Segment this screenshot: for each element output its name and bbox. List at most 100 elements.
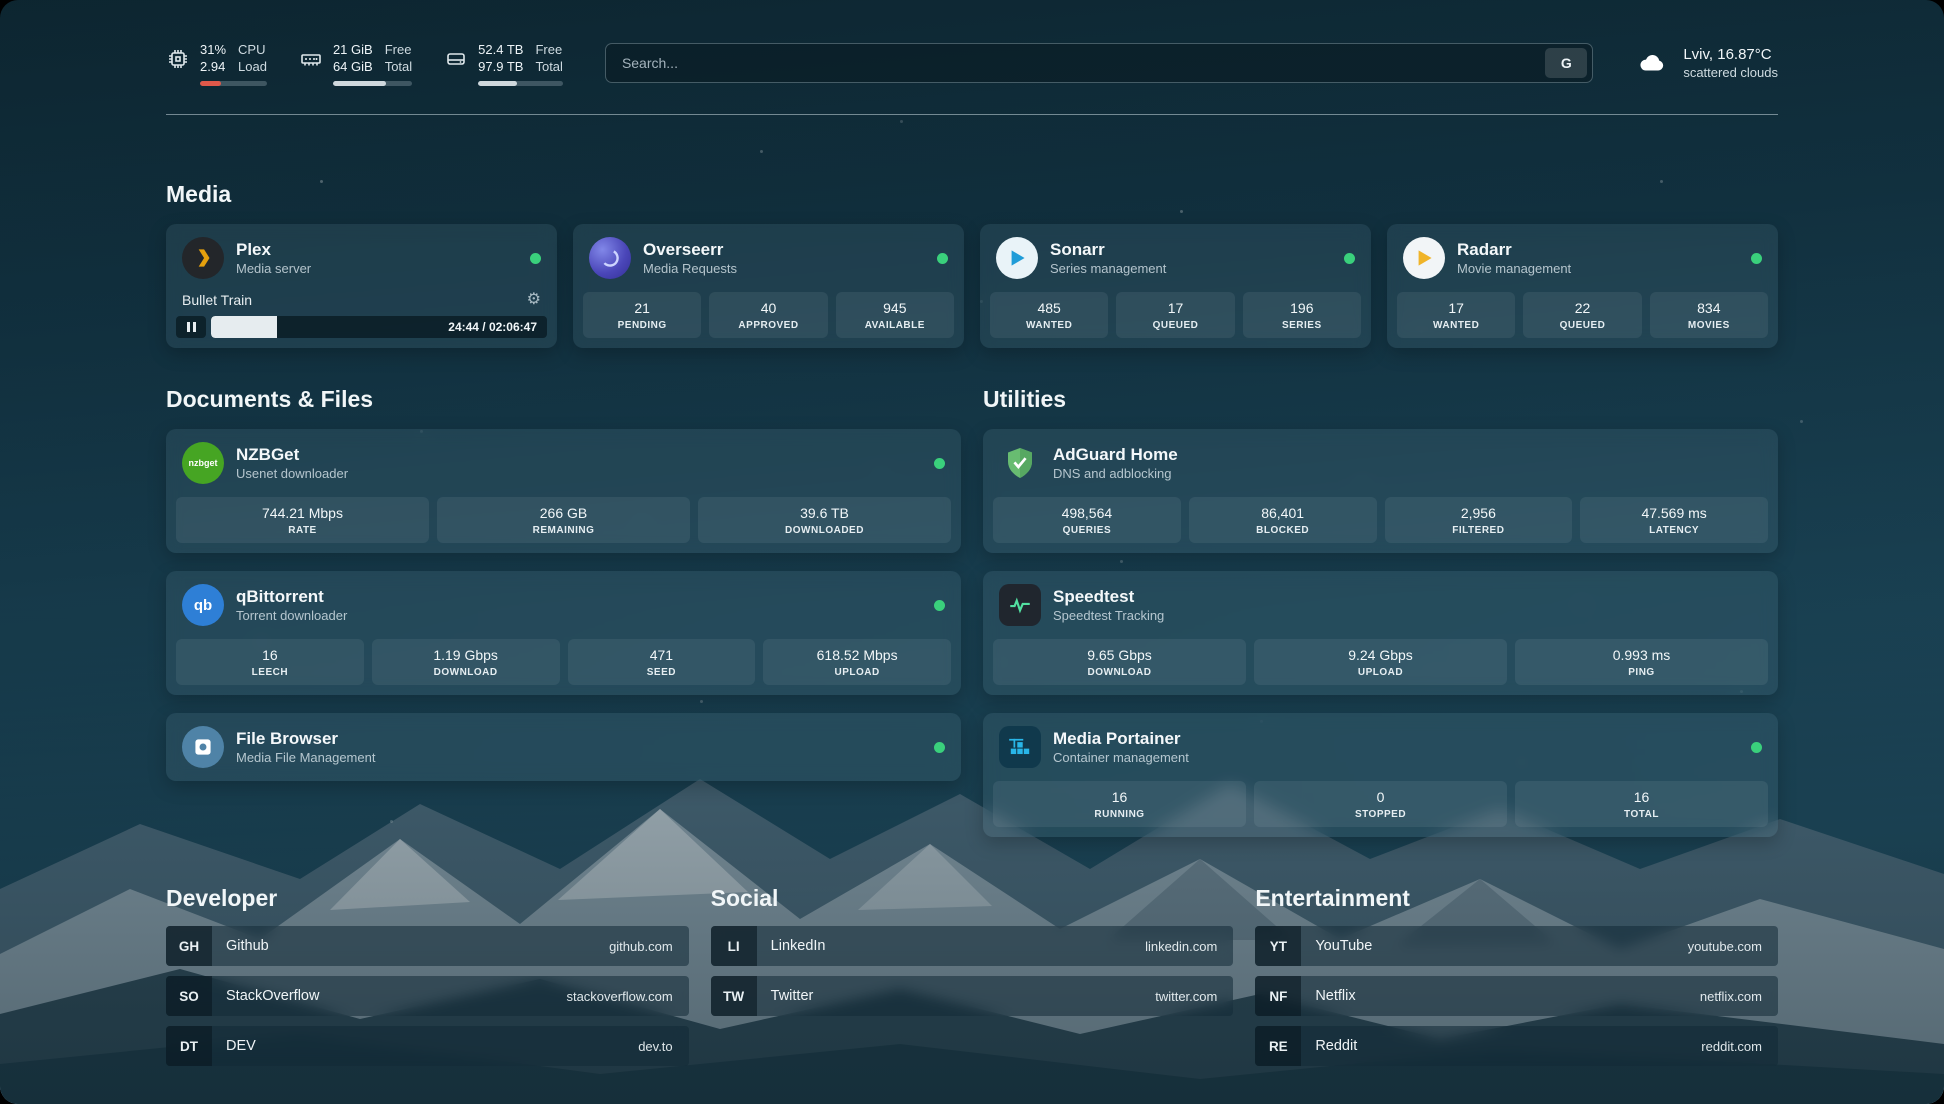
stat-label: QUEUED <box>1527 320 1637 331</box>
bookmark-netflix[interactable]: NF Netflix netflix.com <box>1255 976 1778 1016</box>
settings-gear-icon[interactable]: ⚙ <box>527 291 541 309</box>
disk-widget: 52.4 TB 97.9 TB Free Total <box>444 41 563 86</box>
speedtest-icon <box>999 584 1041 626</box>
search-input[interactable] <box>606 55 1545 71</box>
stat-label: UPLOAD <box>767 667 947 678</box>
memory-usage-bar <box>333 81 412 86</box>
radarr-icon <box>1403 237 1445 279</box>
stat-label: PING <box>1519 667 1764 678</box>
memory-label-top: Free <box>385 41 412 58</box>
bookmark-abbr: NF <box>1255 976 1301 1016</box>
section-title-utilities: Utilities <box>983 386 1778 413</box>
card-header: Radarr Movie management <box>1387 224 1778 292</box>
stat-value: 17 <box>1120 300 1230 317</box>
bookmark-dev[interactable]: DT DEV dev.to <box>166 1026 689 1066</box>
app-subtitle: Media Requests <box>643 260 737 277</box>
app-card-plex[interactable]: Plex Media server Bullet Train ⚙ 24:44 /… <box>166 224 557 348</box>
bookmark-url: netflix.com <box>1700 989 1762 1004</box>
stat-wanted: 485 WANTED <box>990 292 1108 338</box>
app-card-overseerr[interactable]: Overseerr Media Requests 21 PENDING 40 A… <box>573 224 964 348</box>
stat-value: 22 <box>1527 300 1637 317</box>
stat-value: 2,956 <box>1389 505 1569 522</box>
topbar-divider <box>166 114 1778 115</box>
cpu-usage-bar <box>200 81 267 86</box>
stat-label: BLOCKED <box>1193 525 1373 536</box>
stat-label: STOPPED <box>1258 809 1503 820</box>
app-card-speedtest[interactable]: Speedtest Speedtest Tracking 9.65 Gbps D… <box>983 571 1778 695</box>
stat-stopped: 0 STOPPED <box>1254 781 1507 827</box>
search-engine-button[interactable]: G <box>1545 48 1587 78</box>
app-card-adguard[interactable]: AdGuard Home DNS and adblocking 498,564 … <box>983 429 1778 553</box>
disk-label-bottom: Total <box>535 58 562 75</box>
stat-value: 266 GB <box>441 505 686 522</box>
memory-icon <box>299 47 323 71</box>
dashboard: 31% 2.94 CPU Load <box>0 0 1944 1104</box>
section-title-social: Social <box>711 885 1234 912</box>
stat-value: 498,564 <box>997 505 1177 522</box>
app-subtitle: Series management <box>1050 260 1166 277</box>
stat-available: 945 AVAILABLE <box>836 292 954 338</box>
bookmark-github[interactable]: GH Github github.com <box>166 926 689 966</box>
app-subtitle: Torrent downloader <box>236 607 347 624</box>
card-header: Media Portainer Container management <box>983 713 1778 781</box>
stat-label: LEECH <box>180 667 360 678</box>
bookmark-abbr: LI <box>711 926 757 966</box>
stat-value: 39.6 TB <box>702 505 947 522</box>
stat-value: 86,401 <box>1193 505 1373 522</box>
stat-label: TOTAL <box>1519 809 1764 820</box>
cpu-load-value: 2.94 <box>200 58 226 75</box>
stat-seed: 471 SEED <box>568 639 756 685</box>
stat-value: 21 <box>587 300 697 317</box>
card-header: qb qBittorrent Torrent downloader <box>166 571 961 639</box>
app-meta: Media Portainer Container management <box>1053 728 1189 766</box>
status-dot <box>934 600 945 611</box>
app-card-filebrowser[interactable]: File Browser Media File Management <box>166 713 961 781</box>
status-dot <box>937 253 948 264</box>
seek-bar[interactable]: 24:44 / 02:06:47 <box>211 316 547 338</box>
search-bar[interactable]: G <box>605 43 1593 83</box>
bookmark-url: reddit.com <box>1701 1039 1762 1054</box>
bookmark-linkedin[interactable]: LI LinkedIn linkedin.com <box>711 926 1234 966</box>
now-playing-title: Bullet Train <box>182 292 252 308</box>
utilities-column: Utilities <box>983 386 1778 837</box>
bookmark-reddit[interactable]: RE Reddit reddit.com <box>1255 1026 1778 1066</box>
app-card-qbittorrent[interactable]: qb qBittorrent Torrent downloader 16 LEE… <box>166 571 961 695</box>
bookmark-youtube[interactable]: YT YouTube youtube.com <box>1255 926 1778 966</box>
stat-label: DOWNLOADED <box>702 525 947 536</box>
stat-queued: 22 QUEUED <box>1523 292 1641 338</box>
card-header: Sonarr Series management <box>980 224 1371 292</box>
app-meta: Speedtest Speedtest Tracking <box>1053 586 1164 624</box>
stat-value: 9.65 Gbps <box>997 647 1242 664</box>
stat-value: 0.993 ms <box>1519 647 1764 664</box>
bookmark-name: Reddit <box>1315 1038 1357 1054</box>
app-card-portainer[interactable]: Media Portainer Container management 16 … <box>983 713 1778 837</box>
status-dot <box>934 458 945 469</box>
app-card-radarr[interactable]: Radarr Movie management 17 WANTED 22 QUE… <box>1387 224 1778 348</box>
app-meta: Radarr Movie management <box>1457 239 1571 277</box>
app-meta: Overseerr Media Requests <box>643 239 737 277</box>
snow-specks <box>0 0 3 3</box>
memory-total-value: 64 GiB <box>333 58 373 75</box>
bookmark-abbr: TW <box>711 976 757 1016</box>
bookmark-twitter[interactable]: TW Twitter twitter.com <box>711 976 1234 1016</box>
app-subtitle: DNS and adblocking <box>1053 465 1178 482</box>
stat-label: LATENCY <box>1584 525 1764 536</box>
app-meta: Plex Media server <box>236 239 311 277</box>
stat-value: 16 <box>1519 789 1764 806</box>
portainer-icon <box>999 726 1041 768</box>
bookmark-stackoverflow[interactable]: SO StackOverflow stackoverflow.com <box>166 976 689 1016</box>
stats-row: 17 WANTED 22 QUEUED 834 MOVIES <box>1387 292 1778 348</box>
stat-value: 47.569 ms <box>1584 505 1764 522</box>
weather-widget: Lviv, 16.87°C scattered clouds <box>1633 45 1778 81</box>
stat-value: 196 <box>1247 300 1357 317</box>
app-name: Media Portainer <box>1053 728 1189 749</box>
stat-label: WANTED <box>1401 320 1511 331</box>
stat-label: RATE <box>180 525 425 536</box>
bookmark-abbr: SO <box>166 976 212 1016</box>
app-card-sonarr[interactable]: Sonarr Series management 485 WANTED 17 Q… <box>980 224 1371 348</box>
bookmark-name: Twitter <box>771 988 814 1004</box>
app-card-nzbget[interactable]: nzbget NZBGet Usenet downloader 744.21 M… <box>166 429 961 553</box>
pause-button[interactable] <box>176 316 206 338</box>
app-name: NZBGet <box>236 444 348 465</box>
disk-icon <box>444 47 468 71</box>
